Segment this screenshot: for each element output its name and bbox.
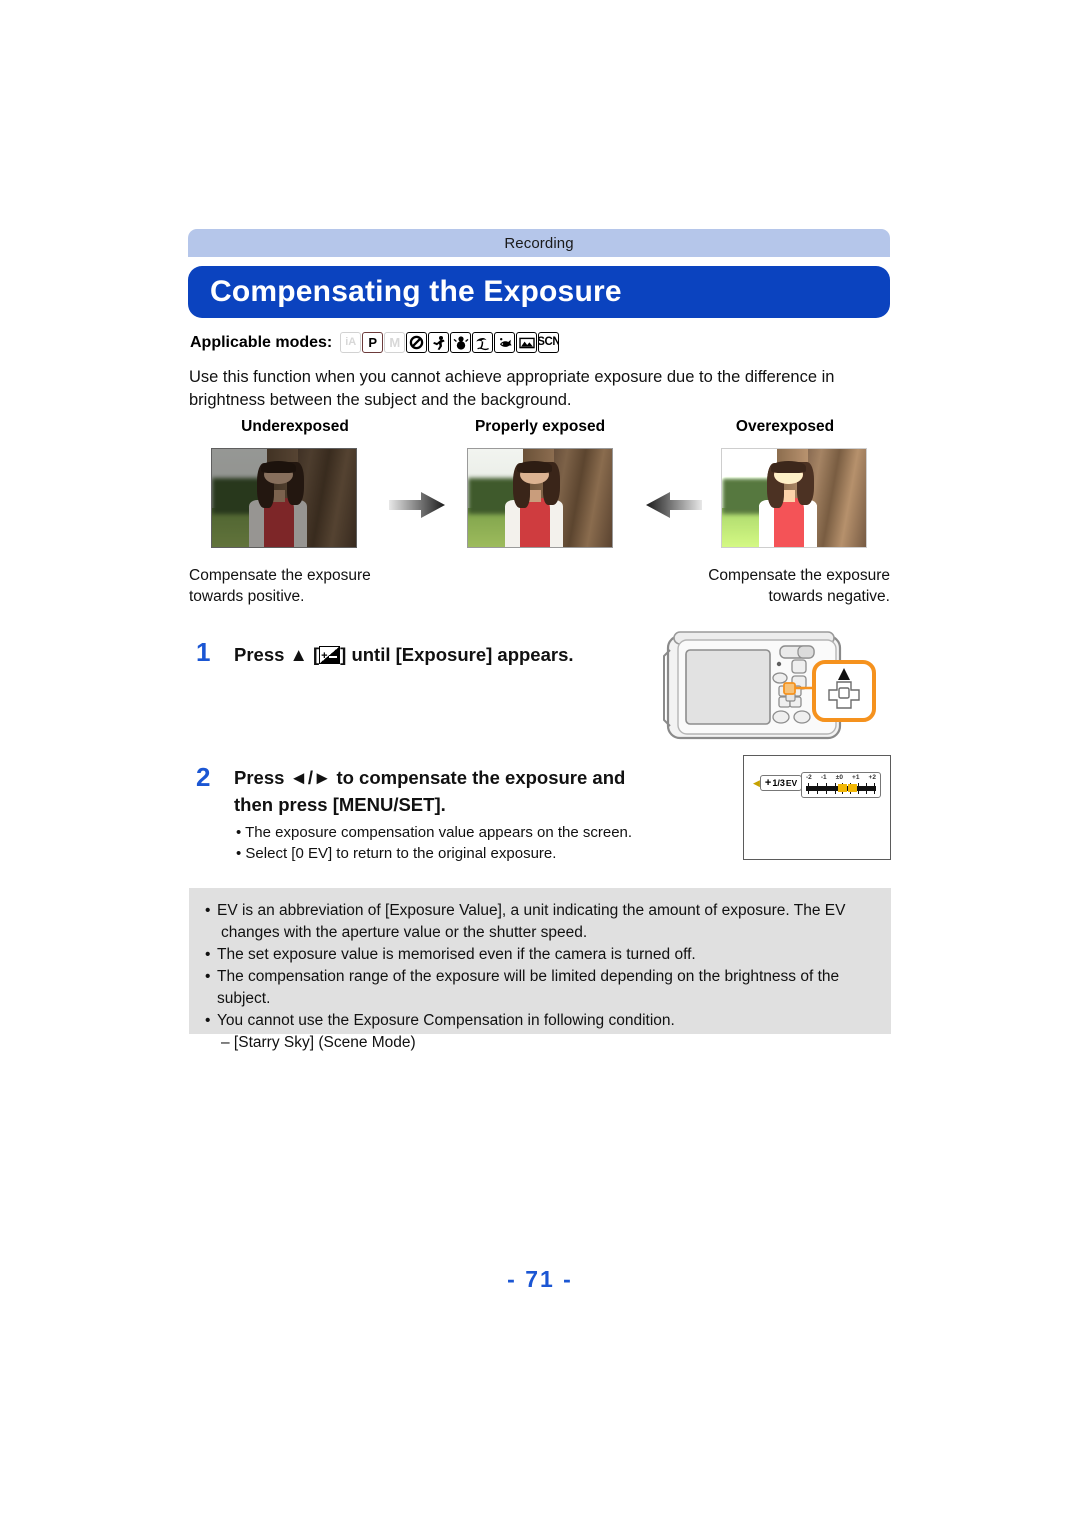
mode-icon-scenery bbox=[516, 332, 538, 353]
step-2-line-2: then press [MENU/SET]. bbox=[234, 794, 446, 815]
mode-icon-intelligent-auto: iA bbox=[340, 332, 362, 353]
exposure-compensation-icon bbox=[319, 643, 341, 670]
mode-icon-creative-control bbox=[406, 332, 428, 353]
exposure-scale: -2 -1 ±0 +1 +2 bbox=[801, 772, 881, 798]
step-2-bullets: • The exposure compensation value appear… bbox=[236, 822, 716, 864]
camera-screen-illustration: ◀ +1/3EV ▶ -2 -1 ±0 +1 +2 bbox=[743, 755, 891, 860]
note-item: • The compensation range of the exposure… bbox=[205, 966, 875, 1010]
page-number: - 71 - bbox=[507, 1266, 573, 1292]
lcd-frame bbox=[743, 755, 891, 860]
scale-label-plus1: +1 bbox=[852, 774, 860, 781]
note-sub-item: – [Starry Sky] (Scene Mode) bbox=[205, 1032, 875, 1054]
ev-fraction: 1/3 bbox=[772, 778, 785, 788]
mode-icon-program-ae: P bbox=[362, 332, 384, 353]
mode-icon-sports bbox=[428, 332, 450, 353]
ev-sign: + bbox=[764, 777, 772, 789]
step-2-bullet-2: • Select [0 EV] to return to the origina… bbox=[236, 845, 557, 862]
sample-photo-overexposed bbox=[721, 448, 867, 548]
note-text: The compensation range of the exposure w… bbox=[217, 968, 840, 1007]
ev-unit: EV bbox=[785, 778, 798, 788]
step-2-number: 2 bbox=[196, 762, 211, 792]
mode-icon-scene-mode: SCN bbox=[538, 332, 560, 353]
sample-photo-properly-exposed bbox=[467, 448, 613, 548]
scale-label-zero: ±0 bbox=[835, 774, 843, 781]
bullet-icon: • bbox=[205, 968, 211, 985]
bullet-icon: • bbox=[205, 946, 211, 963]
note-item: • EV is an abbreviation of [Exposure Val… bbox=[205, 900, 875, 922]
sample-photo-underexposed bbox=[211, 448, 357, 548]
mode-icon-snow bbox=[450, 332, 472, 353]
exposure-scale-labels: -2 -1 ±0 +1 +2 bbox=[802, 774, 880, 781]
sample-caption: Properly exposed bbox=[474, 418, 606, 435]
step-1-number: 1 bbox=[196, 637, 211, 667]
section-banner: Recording bbox=[188, 229, 890, 257]
note-text-cont: changes with the aperture value or the s… bbox=[221, 924, 588, 941]
bullet-icon: • bbox=[205, 902, 211, 919]
notes-box: • EV is an abbreviation of [Exposure Val… bbox=[189, 888, 891, 1051]
step-1-instruction: Press ▲ [ ] until [Exposure] appears. bbox=[234, 641, 654, 670]
sample-underexposed: Underexposed bbox=[189, 418, 401, 548]
page-title: Compensating the Exposure bbox=[210, 275, 622, 308]
sample-caption: Underexposed bbox=[241, 418, 349, 435]
step-1-text-after: ] until [Exposure] appears. bbox=[340, 644, 574, 665]
sample-note-negative: Compensate the exposure towards negative… bbox=[708, 567, 890, 605]
manual-page: Recording Compensating the Exposure Appl… bbox=[0, 0, 1080, 1526]
chevron-left-icon: ◀ bbox=[753, 777, 760, 788]
scale-label-minus2: -2 bbox=[806, 774, 812, 781]
sample-properly-exposed: Properly exposed bbox=[434, 418, 646, 548]
intro-paragraph: Use this function when you cannot achiev… bbox=[189, 368, 835, 409]
step-2-line-1: Press ◄/► to compensate the exposure and bbox=[234, 767, 626, 788]
step-2-instruction: Press ◄/► to compensate the exposure and… bbox=[234, 764, 684, 818]
scale-label-plus2: +2 bbox=[868, 774, 876, 781]
sample-caption: Overexposed bbox=[735, 418, 835, 435]
page-title-bar: Compensating the Exposure bbox=[188, 266, 890, 318]
sample-overexposed: Overexposed bbox=[679, 418, 891, 548]
mode-icon-underwater bbox=[494, 332, 516, 353]
exposure-marker-center bbox=[838, 784, 847, 792]
note-sub-text: – [Starry Sky] (Scene Mode) bbox=[221, 1034, 416, 1051]
camera-rear-illustration bbox=[662, 624, 890, 752]
note-text: You cannot use the Exposure Compensation… bbox=[217, 1012, 675, 1029]
note-item: • The set exposure value is memorised ev… bbox=[205, 944, 875, 966]
applicable-modes-label: Applicable modes: bbox=[190, 333, 333, 351]
mode-icon-manual: M bbox=[384, 332, 406, 353]
note-continuation: changes with the aperture value or the s… bbox=[205, 922, 875, 944]
scale-label-minus1: -1 bbox=[820, 774, 827, 781]
step-2-bullet-1: • The exposure compensation value appear… bbox=[236, 824, 633, 841]
note-item: • You cannot use the Exposure Compensati… bbox=[205, 1010, 875, 1032]
sample-note-positive: Compensate the exposure towards positive… bbox=[189, 567, 371, 605]
applicable-modes: Applicable modes: iA P M SCN bbox=[190, 332, 560, 353]
note-text: The set exposure value is memorised even… bbox=[217, 946, 696, 963]
note-text: EV is an abbreviation of [Exposure Value… bbox=[217, 902, 846, 919]
ev-value-box: +1/3 EV bbox=[759, 775, 803, 791]
mode-icon-beach-surf bbox=[472, 332, 494, 353]
step-1-text-before: Press ▲ [ bbox=[234, 644, 320, 665]
exposure-marker-current bbox=[848, 784, 857, 792]
section-label: Recording bbox=[504, 234, 574, 252]
bullet-icon: • bbox=[205, 1012, 211, 1029]
